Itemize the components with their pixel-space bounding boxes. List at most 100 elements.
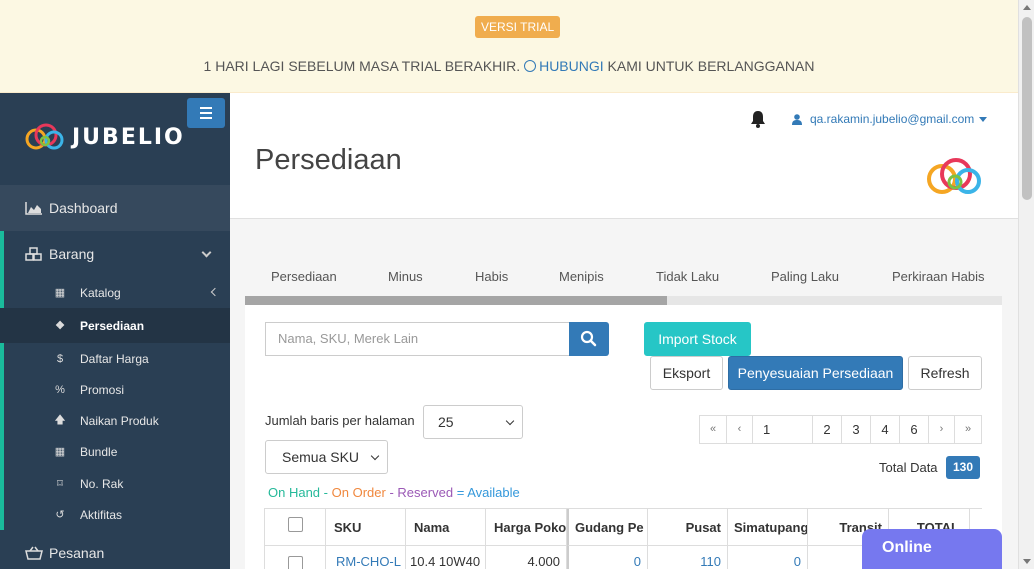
th-icon: ▦ [54,446,66,458]
chevron-down-icon [505,416,515,426]
cloud-logo-icon [25,123,64,150]
column-header-sku[interactable]: SKU [326,509,406,546]
bell-icon[interactable] [750,110,766,128]
sidebar-item-no-rak[interactable]: ⌑ No. Rak [0,468,230,499]
dollar-icon: $ [56,352,64,365]
rows-per-page-select[interactable]: 25 [423,405,523,439]
user-menu[interactable]: qa.rakamin.jubelio@gmail.com [792,112,988,126]
tab-paling-laku[interactable]: Paling Laku [771,269,839,284]
inventory-tabs: Persediaan Minus Habis Menipis Tidak Lak… [245,259,1002,305]
sidebar-item-aktifitas[interactable]: ↺ Aktifitas [0,499,230,530]
search-input[interactable]: Nama, SKU, Merek Lain [265,322,570,356]
tab-perkiraan-habis[interactable]: Perkiraan Habis [892,269,985,284]
column-header-gudang[interactable]: Gudang Pe [567,509,648,546]
caret-down-icon [979,116,988,122]
first-page-button[interactable]: « [699,415,727,444]
cell-gudang[interactable]: 0 [567,546,648,569]
page-button[interactable]: 3 [841,415,871,444]
page-header: qa.rakamin.jubelio@gmail.com Persediaan [230,93,1018,219]
row-select-cell [265,546,326,569]
scroll-up-icon[interactable] [1023,5,1031,10]
contact-link[interactable]: HUBUNGI [539,58,604,74]
sidebar-item-naikan-produk[interactable]: 🡅 Naikan Produk [0,405,230,436]
legend-on-hand: On Hand [268,485,321,500]
hamburger-icon [200,107,212,109]
chevron-down-icon [370,451,380,461]
tab-menipis[interactable]: Menipis [559,269,604,284]
tab-persediaan[interactable]: Persediaan [271,269,337,284]
sidebar-item-dashboard[interactable]: Dashboard [0,185,230,231]
cell-simatupang[interactable]: 0 [728,546,808,569]
grid-icon: ▦ [54,287,66,299]
penyesuaian-persediaan-button[interactable]: Penyesuaian Persediaan [728,356,903,390]
sidebar-item-pesanan[interactable]: Pesanan [0,530,230,569]
select-all-header [265,509,326,546]
basket-icon [25,546,43,560]
tab-minus[interactable]: Minus [388,269,423,284]
rows-per-page-value: 25 [438,414,454,430]
stock-legend: On Hand - On Order - Reserved = Availabl… [268,485,520,500]
cell-sku[interactable]: RM-CHO-L [326,546,406,569]
chevron-down-icon [201,247,212,258]
scroll-thumb[interactable] [1022,17,1032,200]
scroll-down-icon[interactable] [1023,559,1031,564]
cell-harga-pokok: 4.000 [486,546,567,569]
column-header-simatupang[interactable]: Simatupang [728,509,808,546]
rows-per-page-label: Jumlah baris per halaman [265,413,415,428]
tab-habis[interactable]: Habis [475,269,508,284]
cubes-icon [25,247,42,261]
arrow-up-icon: 🡅 [54,414,66,426]
sidebar-item-label: Persediaan [80,318,145,333]
column-header-nama[interactable]: Nama [406,509,486,546]
legend-equals: = [456,485,465,500]
sidebar-item-label: Naikan Produk [80,413,159,428]
legend-reserved: Reserved [397,485,454,500]
sidebar-item-katalog[interactable]: ▦ Katalog [0,277,230,308]
history-icon: ↺ [55,509,65,521]
cloud-logo-icon [927,158,981,194]
cell-pusat[interactable]: 110 [648,546,728,569]
tabs-scroll-thumb[interactable] [245,296,667,305]
sku-filter-value: Semua SKU [282,449,360,465]
refresh-button[interactable]: Refresh [908,356,982,390]
legend-available: Available [467,485,520,500]
sidebar-item-label: No. Rak [80,476,124,491]
sidebar-item-daftar-harga[interactable]: $ Daftar Harga [0,343,230,374]
page-button[interactable]: 4 [870,415,900,444]
next-page-button[interactable]: › [928,415,955,444]
page-number-input[interactable]: 1 [752,415,813,444]
whatsapp-icon [524,60,537,72]
chevron-left-icon [210,287,220,297]
import-stock-button[interactable]: Import Stock [644,322,751,356]
sidebar-item-label: Pesanan [49,545,105,561]
sku-filter-select[interactable]: Semua SKU [265,440,388,474]
select-all-checkbox[interactable] [288,517,303,532]
page-button[interactable]: 2 [812,415,842,444]
page-scrollbar[interactable] [1018,0,1034,569]
chat-widget-button[interactable]: Online [862,529,1002,569]
row-checkbox[interactable] [288,556,303,569]
menu-toggle-button[interactable] [187,98,225,128]
tab-tidak-laku[interactable]: Tidak Laku [656,269,719,284]
column-header-harga-pokok[interactable]: Harga Poko [486,509,567,546]
sidebar-item-persediaan[interactable]: ❖ Persediaan [0,308,230,343]
area-chart-icon [25,202,42,215]
column-header-pusat[interactable]: Pusat [648,509,728,546]
search-button[interactable] [569,322,609,356]
sidebar-item-barang[interactable]: Barang [0,231,230,277]
legend-separator: - [389,485,394,500]
sidebar-item-promosi[interactable]: % Promosi [0,374,230,405]
cubes-icon: ❖ [55,320,65,332]
sidebar-item-label: Barang [49,246,95,262]
user-icon [792,113,802,125]
prev-page-button[interactable]: ‹ [726,415,753,444]
sidebar-item-label: Daftar Harga [80,351,149,366]
sidebar-item-label: Dashboard [49,200,118,216]
eksport-button[interactable]: Eksport [650,356,723,390]
main-content: Persediaan Minus Habis Menipis Tidak Lak… [230,219,1018,569]
sidebar-item-bundle[interactable]: ▦ Bundle [0,436,230,467]
last-page-button[interactable]: » [954,415,982,444]
brand-logo[interactable]: JUBELIO [24,123,185,151]
page-button[interactable]: 6 [899,415,929,444]
sidebar-item-label: Promosi [80,382,125,397]
